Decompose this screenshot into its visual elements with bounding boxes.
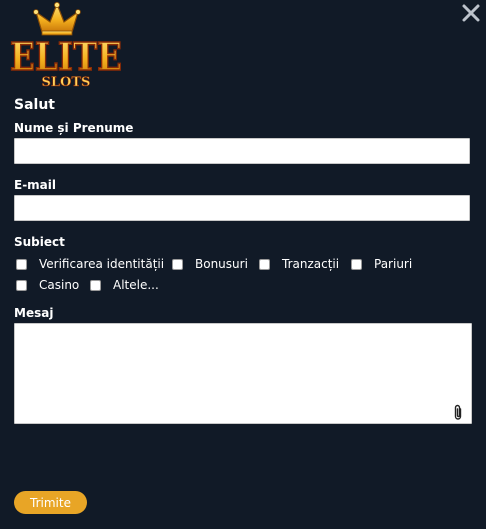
name-input[interactable] (14, 138, 470, 164)
name-label: Nume și Prenume (14, 121, 134, 135)
subject-option-bets[interactable]: Pariuri (351, 256, 412, 272)
subject-option-transactions[interactable]: Tranzacții (259, 256, 339, 272)
bonuses-checkbox[interactable] (172, 258, 183, 270)
subject-option-other[interactable]: Altele... (90, 277, 159, 293)
crown-icon (33, 2, 81, 36)
subject-option-casino[interactable]: Casino (16, 277, 79, 293)
brand-logo: ELITE SLOTS (9, 2, 126, 90)
message-textarea[interactable] (14, 323, 472, 424)
email-input[interactable] (14, 195, 470, 221)
subject-label: Subiect (14, 235, 65, 249)
subject-option-label: Altele... (113, 278, 159, 292)
subject-option-label: Tranzacții (282, 257, 340, 271)
subject-option-label: Pariuri (374, 257, 413, 271)
attach-file-button[interactable] (452, 404, 464, 421)
subject-option-label: Bonusuri (195, 257, 248, 271)
subject-option-label: Verificarea identității (39, 257, 165, 271)
logo-sub-text: SLOTS (42, 75, 91, 90)
submit-button[interactable]: Trimite (14, 491, 87, 514)
greeting-heading: Salut (14, 97, 55, 113)
transactions-checkbox[interactable] (259, 258, 270, 270)
subject-option-identity[interactable]: Verificarea identității (16, 256, 164, 272)
identity-checkbox[interactable] (16, 258, 27, 270)
logo-main-text: ELITE (10, 34, 122, 79)
bets-checkbox[interactable] (351, 258, 362, 270)
subject-option-label: Casino (39, 278, 80, 292)
paperclip-icon (454, 404, 462, 420)
other-checkbox[interactable] (90, 279, 101, 291)
message-label: Mesaj (14, 306, 54, 320)
close-icon (462, 4, 480, 22)
close-button[interactable] (460, 2, 482, 24)
email-label: E-mail (14, 178, 57, 192)
casino-checkbox[interactable] (16, 279, 27, 291)
subject-option-bonuses[interactable]: Bonusuri (172, 256, 248, 272)
